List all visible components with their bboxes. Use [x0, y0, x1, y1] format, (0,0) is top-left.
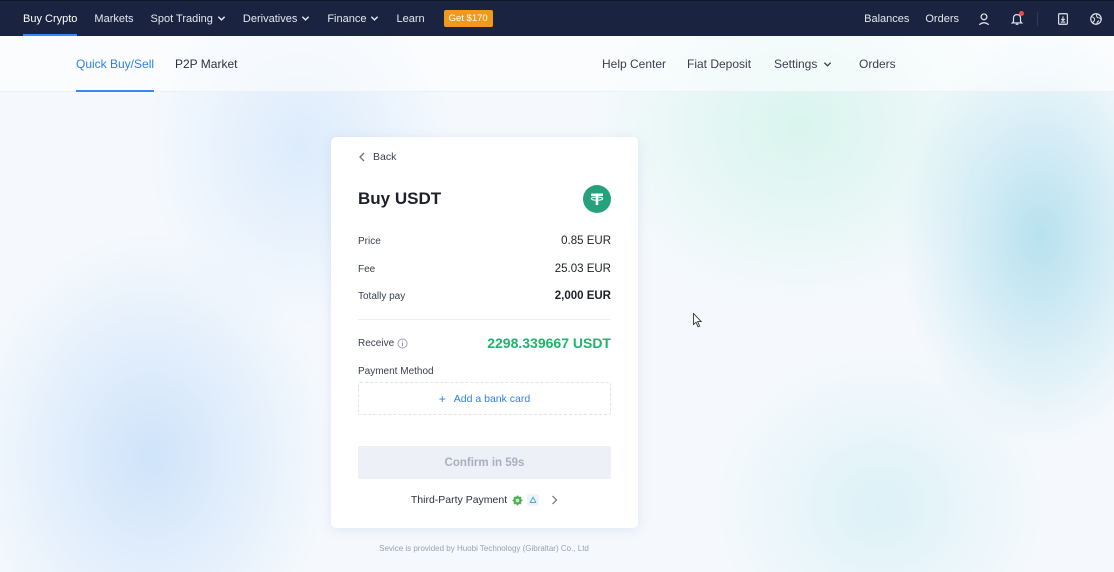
- back-button[interactable]: Back: [358, 151, 396, 163]
- tab-quick-buy-sell[interactable]: Quick Buy/Sell: [76, 36, 155, 92]
- notifications-button[interactable]: [1009, 10, 1025, 27]
- chevron-down-icon: [217, 16, 226, 21]
- nav-buy-crypto[interactable]: Buy Crypto: [23, 1, 78, 36]
- user-button[interactable]: [976, 11, 992, 27]
- nav-label: Finance: [327, 12, 367, 25]
- sub-navigation: Quick Buy/Sell P2P Market Help Center Fi…: [0, 36, 1114, 92]
- user-icon: [978, 12, 990, 25]
- link-settings[interactable]: Settings: [774, 36, 832, 92]
- total-label: Totally pay: [358, 290, 406, 302]
- price-row: Price 0.85 EUR: [358, 235, 611, 247]
- notification-dot: [1019, 10, 1024, 16]
- nav-label: Balances: [864, 12, 910, 25]
- top-navigation: Buy Crypto Markets Spot Trading Derivati…: [0, 0, 1114, 36]
- nav-derivatives[interactable]: Derivatives: [243, 1, 310, 36]
- nav-markets[interactable]: Markets: [94, 1, 133, 36]
- card-title: Buy USDT: [358, 189, 442, 208]
- total-row: Totally pay 2,000 EUR: [358, 290, 611, 302]
- total-value: 2,000 EUR: [554, 290, 611, 302]
- divider: [1037, 11, 1038, 26]
- tab-label: Quick Buy/Sell: [76, 57, 155, 71]
- buy-card: Back Buy USDT Price 0.85 EUR Fee 25.03 E…: [331, 137, 638, 528]
- chevron-down-icon: [371, 16, 379, 21]
- link-fiat-deposit[interactable]: Fiat Deposit: [687, 36, 751, 92]
- payment-provider-icon: [527, 494, 540, 506]
- nav-label: Buy Crypto: [23, 12, 78, 25]
- download-icon: [1058, 12, 1068, 25]
- nav-label: Markets: [94, 12, 134, 25]
- promo-badge[interactable]: Get $170: [443, 10, 493, 27]
- add-bank-card-button[interactable]: + Add a bank card: [358, 382, 611, 415]
- link-label: Help Center: [602, 57, 667, 71]
- footer-text: Sevice is provided by Huobi Technology (…: [379, 544, 589, 553]
- confirm-button[interactable]: Confirm in 59s: [358, 446, 611, 479]
- link-label: Settings: [774, 57, 818, 71]
- tether-icon: [583, 185, 611, 213]
- tab-p2p-market[interactable]: P2P Market: [175, 36, 237, 92]
- receive-label-group: Receive: [358, 338, 408, 349]
- mouse-cursor-icon: [693, 313, 703, 328]
- back-label: Back: [373, 151, 397, 163]
- nav-orders[interactable]: Orders: [925, 1, 959, 36]
- fee-label: Fee: [358, 263, 376, 275]
- third-party-payment-link[interactable]: Third-Party Payment: [331, 494, 638, 506]
- link-orders[interactable]: Orders: [859, 36, 896, 92]
- receive-value: 2298.339667 USDT: [487, 335, 611, 351]
- link-label: Orders: [859, 57, 896, 71]
- fee-row: Fee 25.03 EUR: [358, 263, 611, 275]
- nav-label: Spot Trading: [150, 12, 213, 25]
- receive-row: Receive 2298.339667 USDT: [358, 335, 611, 351]
- price-value: 0.85 EUR: [561, 235, 611, 247]
- nav-label: Derivatives: [242, 12, 298, 25]
- nav-spot-trading[interactable]: Spot Trading: [151, 1, 226, 36]
- info-icon[interactable]: [397, 338, 408, 349]
- third-party-label: Third-Party Payment: [410, 494, 508, 506]
- globe-icon: [1090, 12, 1102, 25]
- add-card-label: Add a bank card: [453, 392, 531, 405]
- link-label: Fiat Deposit: [687, 57, 752, 71]
- language-button[interactable]: [1088, 11, 1104, 27]
- fee-value: 25.03 EUR: [554, 263, 611, 275]
- nav-learn[interactable]: Learn: [396, 1, 424, 36]
- payment-method-label: Payment Method: [358, 366, 434, 377]
- chevron-right-icon: [552, 495, 558, 505]
- payment-provider-icon: [512, 494, 523, 506]
- tab-label: P2P Market: [175, 57, 238, 71]
- link-help-center[interactable]: Help Center: [602, 36, 666, 92]
- plus-icon: +: [438, 391, 446, 406]
- receive-label: Receive: [358, 337, 395, 349]
- chevron-down-icon: [302, 16, 310, 21]
- nav-finance[interactable]: Finance: [327, 1, 379, 36]
- divider: [358, 319, 611, 320]
- download-button[interactable]: [1055, 11, 1071, 27]
- nav-balances[interactable]: Balances: [864, 1, 909, 36]
- chevron-down-icon: [824, 61, 832, 67]
- price-label: Price: [358, 235, 381, 247]
- nav-label: Learn: [396, 12, 425, 25]
- chevron-left-icon: [359, 152, 365, 162]
- nav-label: Orders: [925, 12, 959, 25]
